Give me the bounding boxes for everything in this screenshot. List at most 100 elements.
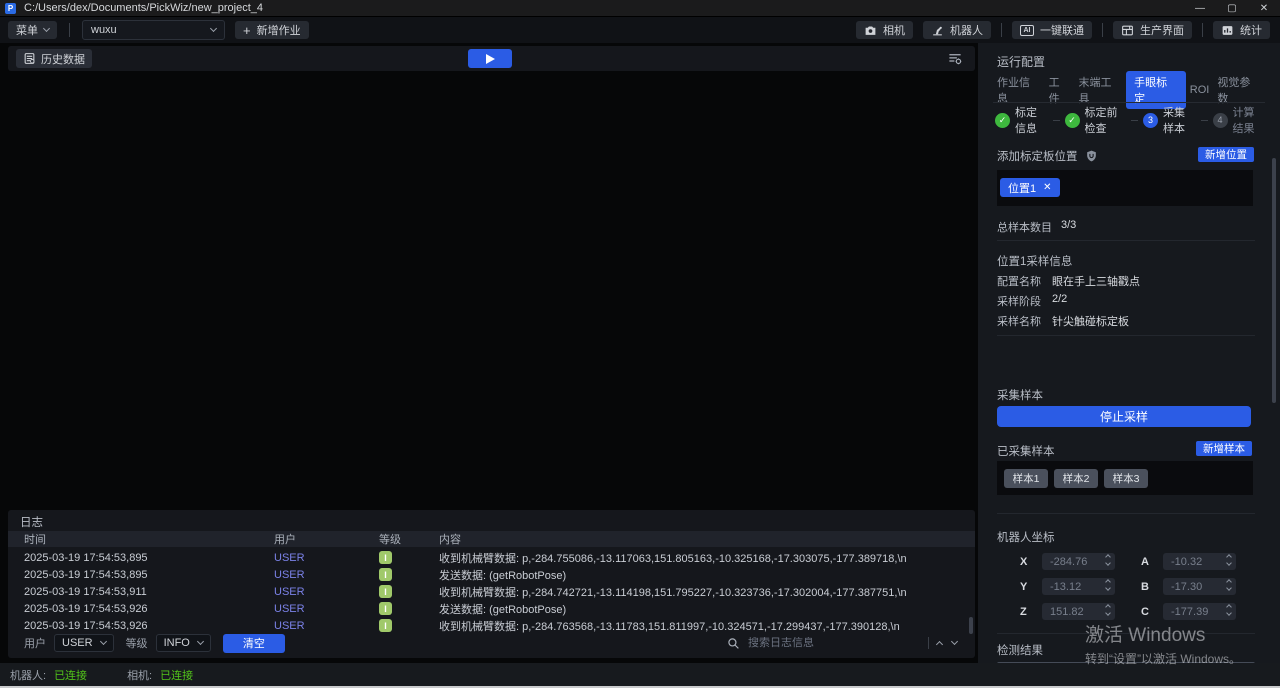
log-scrollbar[interactable]	[969, 617, 973, 634]
step-number: 3	[1143, 113, 1158, 128]
log-row: 2025-03-19 17:54:53,911 USER I 收到机械臂数据: …	[8, 583, 968, 600]
samples-box: 样本1 样本2 样本3	[997, 461, 1253, 495]
toolbar-separator	[69, 23, 70, 37]
robot-coords-title: 机器人坐标	[997, 529, 1055, 545]
b-value[interactable]	[1163, 581, 1215, 593]
minimize-button[interactable]: —	[1184, 0, 1216, 17]
y-value[interactable]	[1042, 581, 1094, 593]
log-content: 收到机械臂数据: p,-284.742721,-13.114198,151.79…	[439, 584, 968, 600]
toolbar-separator	[1202, 23, 1203, 37]
x-input[interactable]	[1042, 553, 1115, 570]
sample-3-button[interactable]: 样本3	[1104, 469, 1148, 488]
c-input[interactable]	[1163, 603, 1236, 620]
collected-samples-label: 已采集样本	[997, 443, 1055, 459]
log-time: 2025-03-19 17:54:53,895	[8, 552, 274, 564]
user-filter-select[interactable]: USER	[54, 634, 114, 652]
panel-body: 添加标定板位置 新增位置 位置1 ✕ 总样本数目 3/3 位置1采样信息 配置名…	[978, 139, 1280, 663]
run-button[interactable]	[468, 49, 512, 68]
detect-result-title: 检测结果	[997, 642, 1043, 658]
main-toolbar: 菜单 wuxu + 新增作业 相机 机器人 AI 一键联通	[0, 17, 1280, 43]
close-icon[interactable]: ✕	[1043, 182, 1051, 193]
maximize-button[interactable]: ▢	[1216, 0, 1248, 17]
info-level-badge: I	[379, 585, 392, 598]
new-position-button[interactable]: 新增位置	[1198, 147, 1254, 162]
toolbar-separator	[1102, 23, 1103, 37]
spinner-icon[interactable]	[1227, 555, 1231, 565]
search-next-icon[interactable]	[951, 638, 958, 645]
search-prev-icon[interactable]	[936, 641, 943, 648]
a-input[interactable]	[1163, 553, 1236, 570]
menu-dropdown[interactable]: 菜单	[8, 21, 57, 39]
log-time: 2025-03-19 17:54:53,911	[8, 586, 274, 598]
info-level-badge: I	[379, 602, 392, 615]
stats-button[interactable]: 统计	[1213, 21, 1270, 39]
step-connector	[1131, 120, 1138, 121]
production-view-button[interactable]: 生产界面	[1113, 21, 1192, 39]
col-level: 等级	[379, 531, 439, 547]
sample-2-button[interactable]: 样本2	[1054, 469, 1098, 488]
sample-name-label: 采样名称	[997, 313, 1041, 329]
play-icon	[486, 54, 495, 64]
positions-box: 位置1 ✕	[997, 170, 1253, 206]
step-collect-samples[interactable]: 3 采集样本	[1143, 104, 1196, 136]
robot-label: 机器人	[950, 22, 983, 38]
spinner-icon[interactable]	[1227, 580, 1231, 590]
tabs-divider	[993, 102, 1265, 103]
chevron-down-icon	[43, 25, 50, 32]
z-input[interactable]	[1042, 603, 1115, 620]
log-panel: 日志 时间 用户 等级 内容 2025-03-19 17:54:53,895 U…	[8, 510, 975, 658]
x-value[interactable]	[1042, 556, 1094, 568]
log-row: 2025-03-19 17:54:53,926 USER I 收到机械臂数据: …	[8, 617, 968, 634]
level-filter-value: INFO	[164, 637, 190, 649]
c-value[interactable]	[1163, 606, 1215, 618]
step-calibration-info[interactable]: ✓ 标定信息	[995, 104, 1048, 136]
log-row: 2025-03-19 17:54:53,895 USER I 发送数据: (ge…	[8, 566, 968, 583]
log-row: 2025-03-19 17:54:53,895 USER I 收到机械臂数据: …	[8, 549, 968, 566]
spinner-icon[interactable]	[1227, 605, 1231, 615]
z-value[interactable]	[1042, 606, 1094, 618]
spinner-icon[interactable]	[1106, 605, 1110, 615]
chevron-down-icon	[210, 25, 217, 32]
job-select[interactable]: wuxu	[82, 20, 225, 40]
position-1-tag[interactable]: 位置1 ✕	[1000, 178, 1060, 197]
sample-1-button[interactable]: 样本1	[1004, 469, 1048, 488]
history-data-icon	[23, 52, 36, 65]
info-level-badge: I	[379, 568, 392, 581]
sampling-info-title: 位置1采样信息	[997, 253, 1072, 269]
production-grid-icon	[1121, 24, 1134, 37]
new-sample-button[interactable]: 新增样本	[1196, 441, 1252, 456]
col-time: 时间	[8, 531, 274, 547]
divider	[997, 240, 1255, 241]
camera-button[interactable]: 相机	[856, 21, 913, 39]
panel-scrollbar[interactable]	[1272, 158, 1276, 403]
log-search-input[interactable]	[748, 637, 920, 649]
list-settings-icon[interactable]	[947, 51, 963, 66]
sampling-stage-value: 2/2	[1052, 293, 1067, 309]
config-tabs: 作业信息 工件 末端工具 手眼标定 ROI 视觉参数	[993, 79, 1265, 101]
a-value[interactable]	[1163, 556, 1215, 568]
tab-roi[interactable]: ROI	[1186, 81, 1214, 99]
stop-sampling-button[interactable]: 停止采样	[997, 406, 1251, 427]
spinner-icon[interactable]	[1106, 555, 1110, 565]
new-job-button[interactable]: + 新增作业	[235, 21, 309, 39]
step-compute-result[interactable]: 4 计算结果	[1213, 104, 1266, 136]
close-button[interactable]: ✕	[1248, 0, 1280, 17]
one-click-connect-button[interactable]: AI 一键联通	[1012, 21, 1092, 39]
total-samples-label: 总样本数目	[997, 219, 1052, 235]
history-data-button[interactable]: 历史数据	[16, 49, 92, 68]
robot-button[interactable]: 机器人	[923, 21, 991, 39]
log-user: USER	[274, 569, 379, 581]
log-user: USER	[274, 620, 379, 632]
step-pre-check[interactable]: ✓ 标定前检查	[1065, 104, 1127, 136]
b-input[interactable]	[1163, 578, 1236, 595]
clear-log-button[interactable]: 清空	[223, 634, 285, 653]
menu-label: 菜单	[16, 22, 38, 38]
stats-label: 统计	[1240, 22, 1262, 38]
robot-status-value: 已连接	[54, 667, 87, 683]
spinner-icon[interactable]	[1106, 580, 1110, 590]
axis-y-label: Y	[1020, 581, 1036, 593]
bar-chart-icon	[1221, 24, 1234, 37]
chevron-down-icon	[197, 638, 204, 645]
y-input[interactable]	[1042, 578, 1115, 595]
level-filter-select[interactable]: INFO	[156, 634, 211, 652]
